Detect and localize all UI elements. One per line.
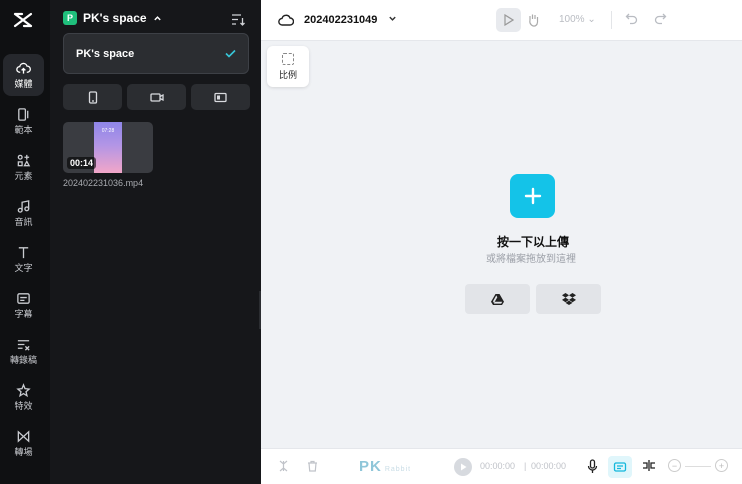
media-thumbnail[interactable]: 07:28 00:14 — [63, 122, 153, 173]
select-tool-button[interactable] — [496, 8, 521, 32]
sidebar-item-label: 轉場 — [14, 447, 33, 457]
undo-icon[interactable] — [625, 12, 638, 25]
sidebar-item-transitions[interactable]: 轉場 — [3, 422, 44, 464]
phone-icon — [88, 90, 97, 104]
sidebar-item-label: 字幕 — [14, 309, 33, 319]
microphone-icon[interactable] — [587, 459, 598, 474]
sidebar-item-label: 元素 — [14, 171, 33, 181]
zoom-select[interactable]: 100% ⌄ — [559, 14, 596, 25]
space-name: PK's space — [83, 11, 147, 25]
sidebar-item-label: 媒體 — [14, 79, 33, 89]
plus-icon — [524, 187, 541, 205]
cloud-icon — [278, 14, 294, 26]
zoom-value: 100% — [559, 14, 585, 25]
aspect-ratio-button[interactable]: 比例 — [267, 46, 309, 87]
upload-title: 按一下以上傳 — [497, 235, 570, 249]
music-icon — [17, 200, 30, 213]
screen-ratio-button[interactable] — [191, 84, 250, 110]
sidebar-item-label: 範本 — [14, 125, 33, 135]
sort-icon[interactable] — [231, 13, 245, 26]
nav-rail: 媒體 範本 元素 音訊 文字 字幕 轉錄稿 特效 轉場 — [0, 0, 50, 484]
time-separator: | — [524, 461, 527, 471]
project-name[interactable]: 202402231049 — [304, 14, 377, 26]
thumbnail-preview: 07:28 — [94, 122, 122, 173]
sidebar-item-captions[interactable]: 字幕 — [3, 284, 44, 326]
video-camera-icon — [149, 92, 164, 102]
total-time: 00:00:00 — [531, 461, 567, 471]
effects-icon — [16, 383, 31, 398]
sidebar-item-elements[interactable]: 元素 — [3, 146, 44, 188]
space-avatar: P — [63, 11, 77, 25]
space-switcher[interactable]: P PK's space — [63, 11, 162, 25]
dropbox-button[interactable] — [536, 284, 601, 314]
redo-icon[interactable] — [654, 12, 667, 25]
canvas-area: 比例 按一下以上傳 或將檔案拖放到這裡 — [261, 41, 742, 448]
app-window: 媒體 範本 元素 音訊 文字 字幕 轉錄稿 特效 轉場 P PK's space… — [0, 0, 742, 484]
dropbox-icon — [561, 293, 576, 305]
elements-icon — [17, 154, 31, 167]
zoom-out-button[interactable]: − — [668, 459, 681, 472]
thumbnail-clock: 07:28 — [101, 128, 115, 134]
media-filename: 202402231036.mp4 — [63, 178, 144, 188]
google-drive-icon — [491, 293, 504, 305]
google-drive-button[interactable] — [465, 284, 530, 314]
sidebar-item-text[interactable]: 文字 — [3, 238, 44, 280]
sidebar-item-effects[interactable]: 特效 — [3, 376, 44, 418]
watermark: PK Rabbit — [359, 458, 411, 475]
current-time: 00:00:00 — [480, 461, 516, 471]
chevron-up-icon — [153, 15, 161, 20]
sidebar-item-transcript[interactable]: 轉錄稿 — [3, 330, 44, 372]
sidebar-item-label: 轉錄稿 — [9, 355, 37, 365]
text-icon — [18, 247, 29, 259]
space-dropdown-label: PK's space — [76, 47, 135, 60]
sidebar-item-label: 音訊 — [14, 217, 33, 227]
transcript-icon — [17, 340, 30, 351]
screen-icon — [214, 92, 227, 102]
upload-button[interactable] — [510, 174, 555, 218]
sidebar-item-label: 文字 — [14, 263, 33, 273]
caption-ai-icon — [613, 462, 627, 472]
media-panel: P PK's space PK's space 07:28 00:14 2024… — [50, 0, 261, 484]
upload-subtitle: 或將檔案拖放到這裡 — [486, 254, 576, 265]
watermark-subtext: Rabbit — [384, 466, 412, 473]
space-dropdown-item[interactable]: PK's space — [63, 33, 249, 74]
top-toolbar: 202402231049 100% ⌄ — [261, 0, 742, 41]
sidebar-item-label: 特效 — [14, 401, 33, 411]
zoom-slider-track[interactable] — [685, 466, 711, 467]
video-ratio-button[interactable] — [127, 84, 186, 110]
hand-icon[interactable] — [527, 12, 540, 27]
play-icon — [460, 463, 466, 471]
split-clip-icon[interactable] — [278, 460, 289, 472]
media-duration: 00:14 — [67, 157, 97, 169]
sidebar-item-templates[interactable]: 範本 — [3, 100, 44, 142]
toolbar-divider — [611, 11, 612, 29]
play-button[interactable] — [454, 458, 472, 476]
captions-icon — [17, 293, 30, 304]
check-icon — [225, 49, 236, 58]
ratio-frame-icon — [282, 52, 294, 65]
sidebar-item-media[interactable]: 媒體 — [3, 54, 44, 96]
zoom-in-button[interactable]: + — [715, 459, 728, 472]
mobile-ratio-button[interactable] — [63, 84, 122, 110]
aspect-ratio-label: 比例 — [278, 69, 297, 80]
split-view-icon[interactable] — [642, 459, 656, 472]
transition-icon — [17, 430, 30, 443]
pointer-icon — [504, 14, 514, 26]
auto-caption-button[interactable] — [608, 456, 632, 478]
bottom-toolbar: PK Rabbit 00:00:00 | 00:00:00 − + — [261, 448, 742, 484]
chevron-down-icon[interactable] — [388, 14, 397, 23]
app-logo-icon[interactable] — [12, 9, 34, 31]
cloud-upload-icon — [16, 62, 31, 74]
sidebar-item-audio[interactable]: 音訊 — [3, 192, 44, 234]
template-icon — [18, 108, 29, 121]
trash-icon[interactable] — [307, 460, 318, 472]
watermark-text: PK — [359, 458, 382, 475]
